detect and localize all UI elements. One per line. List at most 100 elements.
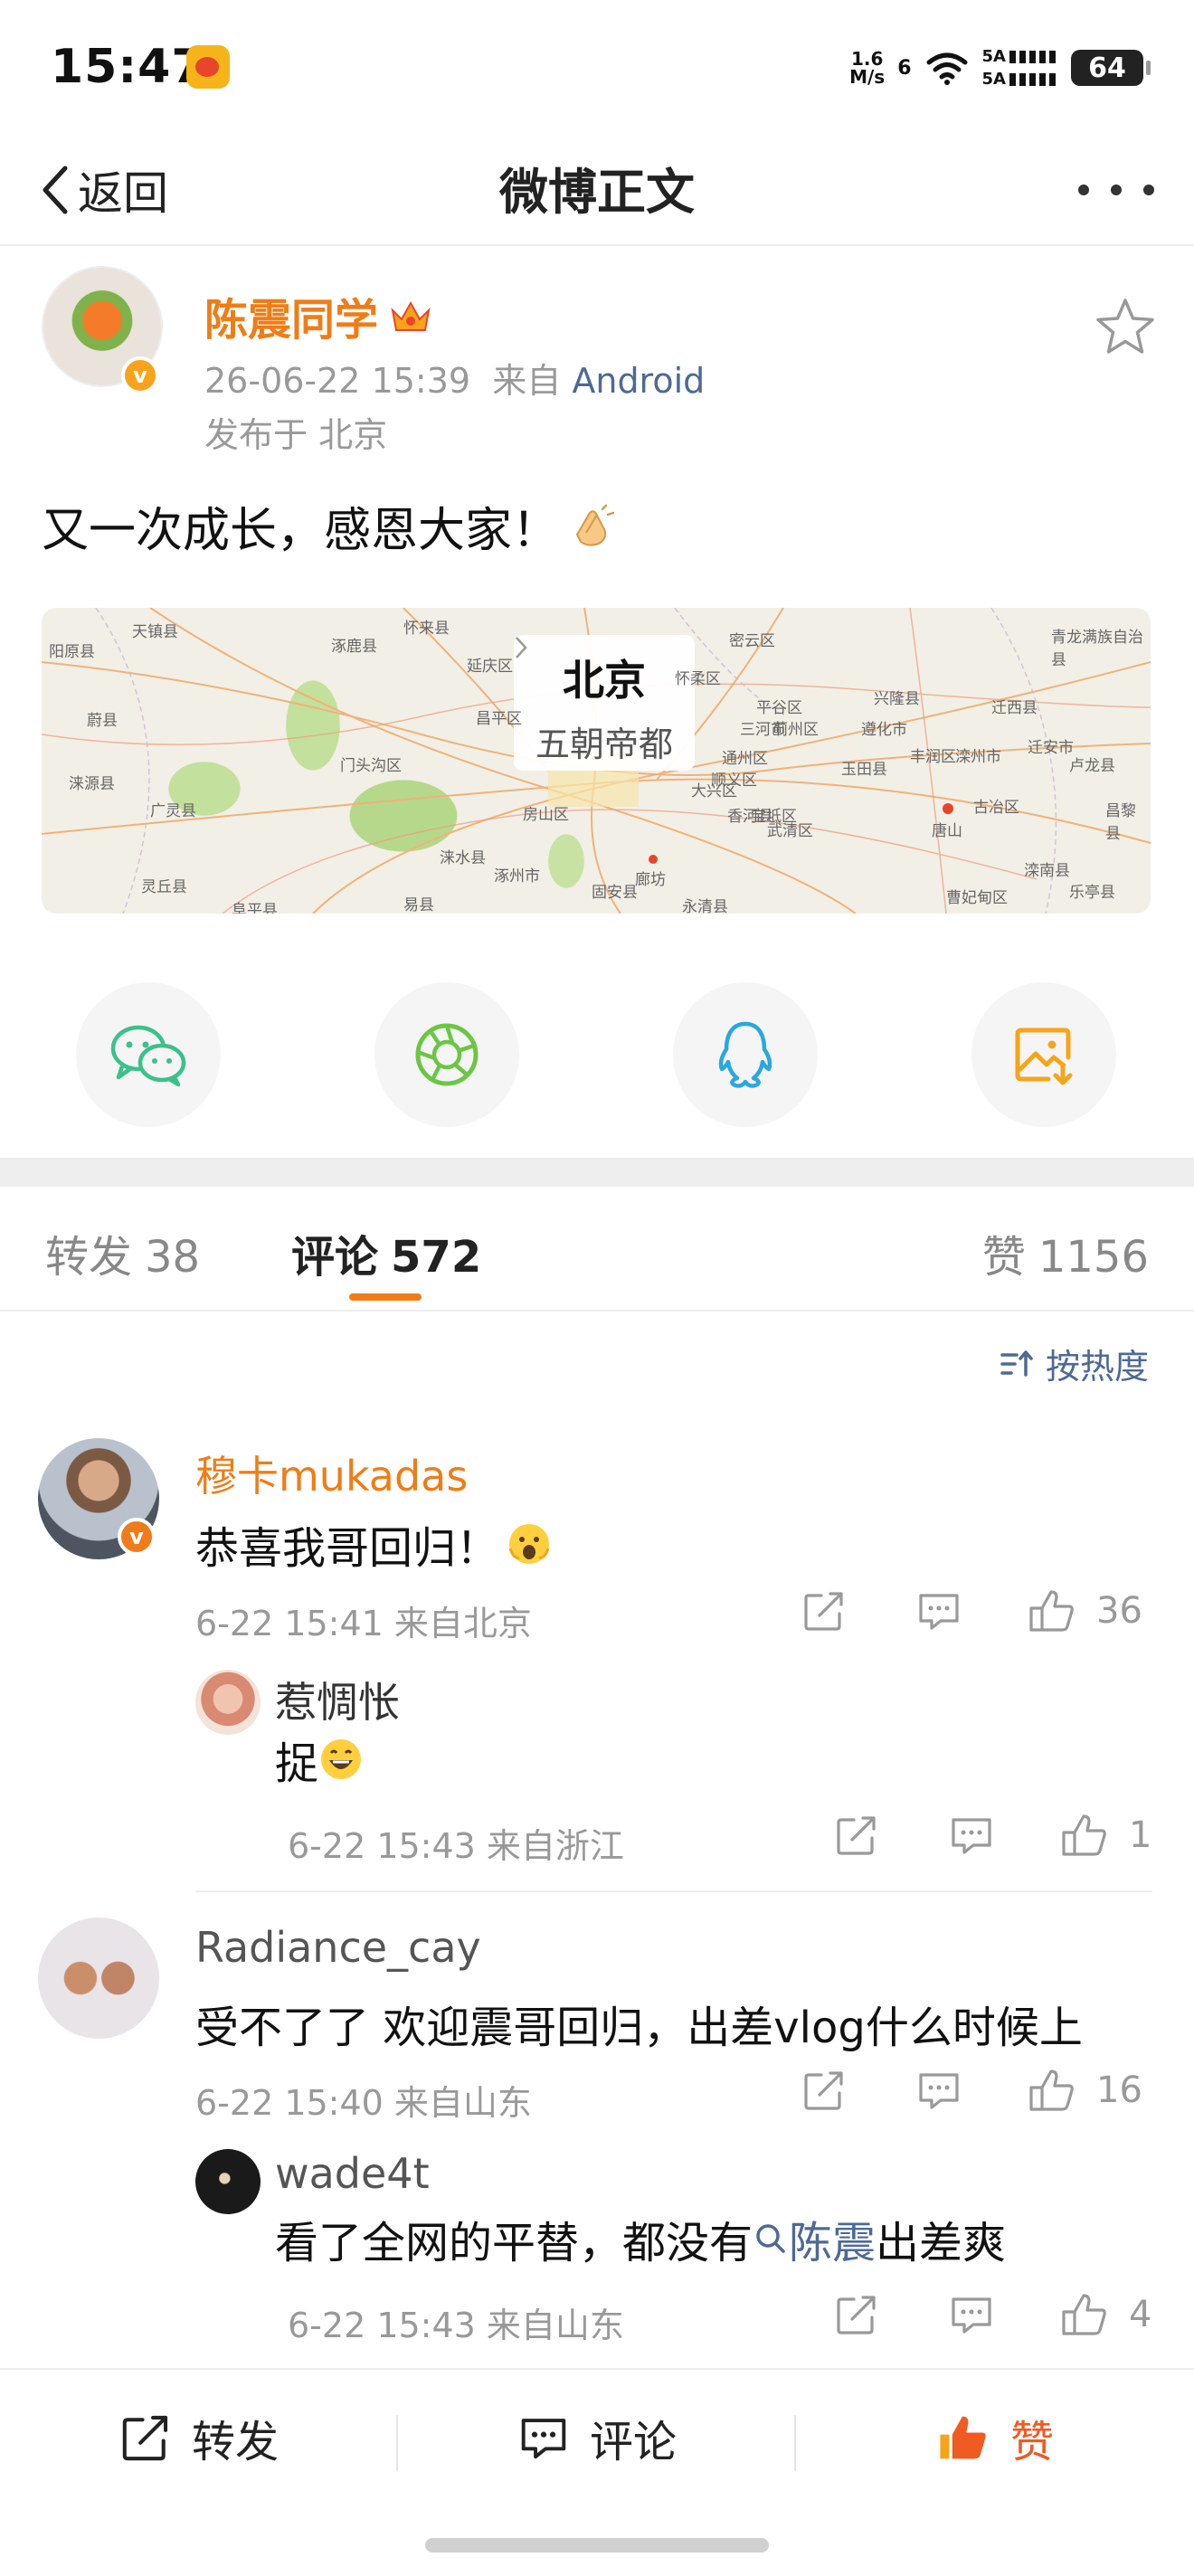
post-location: 发布于 北京 [204,415,388,455]
reply-meta: 6-22 15:43 来自山东 [288,2306,624,2345]
sort-by-hotness-button[interactable]: 按热度 [999,1339,1149,1388]
like-count: 1 [1129,1814,1152,1856]
bottom-action-bar: 转发 评论 赞 [0,2368,1194,2504]
location-map[interactable]: 北京 五朝帝都 阳原县 天镇县 涿鹿县 怀来县 延庆区 密云区 兴隆县 青龙满族… [42,608,1151,914]
author-name[interactable]: 陈震同学 [204,284,432,347]
shocked-emoji-icon [508,1524,550,1564]
map-place-label: 涿鹿县 [331,638,377,656]
comment-item: v 穆卡mukadas 恭喜我哥回归！ 6-22 15:41 来自北京 36 惹… [0,1429,1194,1899]
network-type: 6 [897,56,912,80]
more-options-button[interactable] [1078,170,1154,210]
tab-comments-count: 572 [391,1232,482,1283]
net-speed: 1.6 M/s [849,50,885,86]
comment-text-content: 恭喜我哥回归！ [195,1523,500,1574]
map-place-label: 古冶区 [973,799,1019,817]
reply-text: 看了全网的平替，都没有 陈震 出差爽 [275,2207,1006,2270]
reply-icon[interactable] [948,1813,995,1858]
map-place-label: 阳原县 [49,643,95,661]
reply-user[interactable]: wade4t [275,2149,430,2198]
cell-signal-icon: 5A 5A [982,47,1058,89]
reply-actions: 4 [834,2292,1151,2337]
reply-avatar[interactable] [195,1670,261,1735]
map-city-label[interactable]: 北京 五朝帝都 [514,635,695,771]
share-wechat-button[interactable] [76,982,221,1127]
bottom-repost-label: 转发 [191,2417,279,2467]
like-count: 4 [1129,2294,1152,2335]
reply-actions: 1 [834,1813,1151,1858]
more-dot-icon [1143,185,1154,195]
map-place-label: 怀柔区 [675,670,721,688]
verified-badge-icon: v [121,356,159,394]
reply-icon[interactable] [915,2068,962,2113]
section-divider [0,1158,1194,1187]
thumbs-up-icon [1062,2294,1106,2335]
post-text-content: 又一次成长，感恩大家！ [42,504,560,558]
bottom-like-button[interactable]: 赞 [796,2370,1194,2505]
map-place-label: 昌平区 [476,710,522,728]
reply-user[interactable]: 惹惆怅 [275,1670,400,1729]
share-qq-button[interactable] [673,982,818,1127]
save-image-button[interactable] [971,982,1116,1127]
search-topic-text: 陈震 [789,2218,877,2268]
repost-icon[interactable] [834,2292,879,2337]
share-moments-button[interactable] [374,982,519,1127]
map-place-label: 固安县 [592,884,638,902]
reply-meta: 6-22 15:43 来自浙江 [288,1826,624,1866]
tab-reposts[interactable]: 转发 38 [45,1221,200,1284]
star-icon[interactable] [1094,297,1156,356]
map-place-label: 蔚县 [87,712,118,730]
sim1-label: 5A [981,47,1006,66]
map-place-label: 廊坊 [635,871,666,889]
comment-text-content: 受不了了 欢迎震哥回归，出差vlog什么时候上 [195,2003,1083,2053]
like-button[interactable]: 1 [1060,1813,1151,1858]
repost-icon[interactable] [834,1813,879,1858]
map-place-label: 涞源县 [69,775,115,793]
bottom-repost-button[interactable]: 转发 [0,2370,398,2505]
sort-label: 按热度 [1045,1347,1149,1387]
share-row [0,982,1194,1127]
tab-likes[interactable]: 赞 1156 [982,1221,1149,1284]
repost-icon[interactable] [801,1588,847,1634]
commenter-name[interactable]: Radiance_cay [195,1923,481,1972]
qq-icon [718,1021,772,1088]
more-dot-icon [1078,185,1089,195]
reply-icon[interactable] [915,1588,962,1634]
map-place-label: 玉田县 [841,761,887,779]
save-image-icon [1015,1028,1073,1085]
post-source[interactable]: Android [572,361,705,401]
map-place-label: 青龙满族自治县 [1051,629,1143,669]
like-button[interactable]: 36 [1028,1588,1142,1634]
comment-item: Radiance_cay 受不了了 欢迎震哥回归，出差vlog什么时候上 6-2… [0,1908,1194,2361]
map-place-label: 灵丘县 [141,878,187,896]
map-place-label: 怀来县 [403,620,450,638]
map-place-label: 武清区 [767,822,813,840]
search-topic-link[interactable]: 陈震 [753,2207,876,2270]
comment-icon [521,2419,566,2459]
map-place-label: 密云区 [729,632,775,650]
comment-divider [195,1890,1152,1892]
tab-comments[interactable]: 评论 572 [291,1221,481,1284]
tab-comments-label: 评论 [291,1232,379,1283]
bottom-comment-button[interactable]: 评论 [398,2370,796,2505]
map-place-label: 平谷区 [756,699,802,717]
wechat-icon [110,1025,186,1087]
reply-icon[interactable] [948,2292,995,2337]
map-place-label: 涿州市 [494,867,540,886]
more-dot-icon [1111,185,1122,195]
wifi-icon [926,52,968,85]
map-place-label: 曹妃甸区 [946,889,1008,907]
top-nav: 返回 微博正文 [0,136,1194,246]
like-button[interactable]: 4 [1060,2292,1151,2337]
active-tab-indicator [349,1293,422,1301]
thumbs-up-filled-icon [940,2416,986,2459]
map-city-subtitle: 五朝帝都 [535,724,673,764]
home-indicator[interactable] [425,2538,769,2552]
commenter-name[interactable]: 穆卡mukadas [195,1444,468,1503]
commenter-avatar[interactable] [38,1918,159,2039]
reply-avatar[interactable] [195,2149,261,2214]
battery-icon: 64 [1071,50,1151,86]
status-bar: 15:47 1.6 M/s 6 5A 5A 64 [0,0,1194,136]
like-button[interactable]: 16 [1028,2068,1142,2113]
map-place-label: 迁西县 [991,699,1038,717]
repost-icon[interactable] [801,2068,847,2113]
